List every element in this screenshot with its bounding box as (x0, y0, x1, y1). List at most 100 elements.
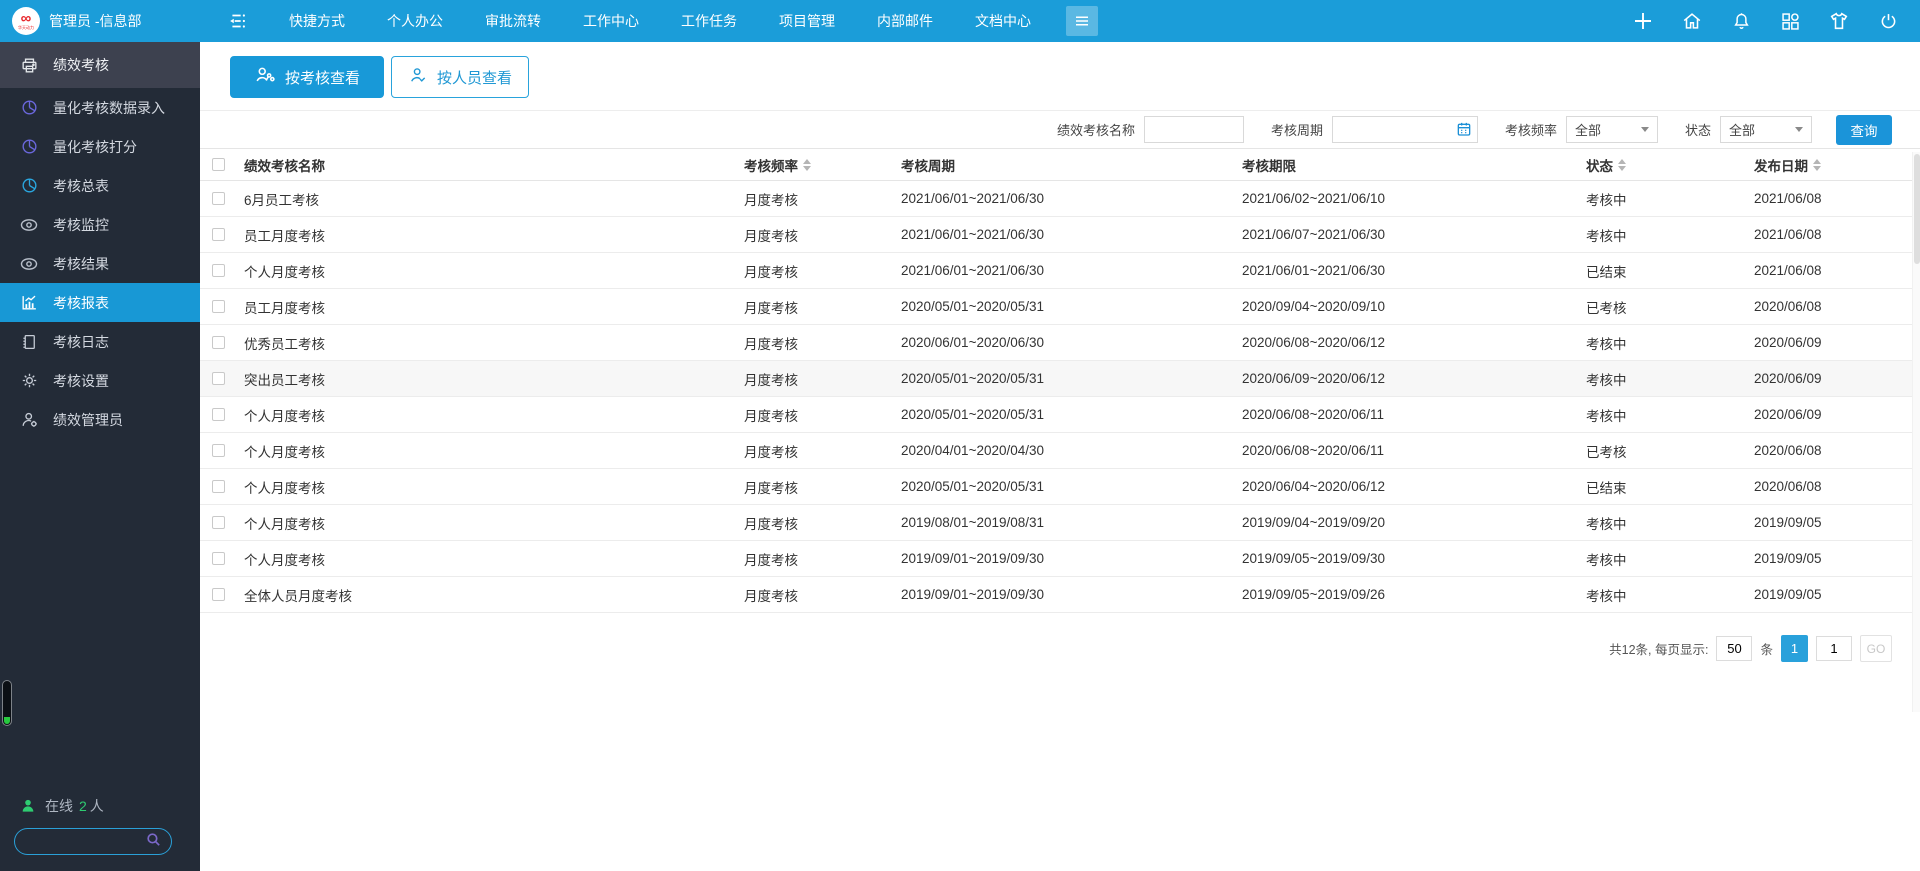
row-checkbox[interactable] (212, 588, 225, 601)
table-row[interactable]: 个人月度考核 月度考核 2020/04/01~2020/04/30 2020/0… (200, 433, 1920, 469)
main-content: 按考核查看 按人员查看 绩效考核名称 考核周期 (200, 42, 1920, 871)
cell-deadline: 2019/09/05~2019/09/26 (1242, 587, 1586, 602)
sidebar-item[interactable]: 考核结果 (0, 244, 200, 283)
row-checkbox[interactable] (212, 336, 225, 349)
topnav-item[interactable]: 项目管理 (758, 0, 856, 42)
plus-icon[interactable] (1631, 9, 1655, 33)
row-checkbox[interactable] (212, 516, 225, 529)
apps-icon[interactable] (1778, 9, 1802, 33)
more-menu-button[interactable] (1066, 6, 1098, 36)
home-icon[interactable] (1680, 9, 1704, 33)
table-row[interactable]: 突出员工考核 月度考核 2020/05/01~2020/05/31 2020/0… (200, 361, 1920, 397)
cell-status: 已考核 (1586, 441, 1754, 461)
table-row[interactable]: 个人月度考核 月度考核 2019/08/01~2019/08/31 2019/0… (200, 505, 1920, 541)
sidebar-item[interactable]: 量化考核打分 (0, 127, 200, 166)
row-checkbox[interactable] (212, 300, 225, 313)
topnav-item[interactable]: 工作任务 (660, 0, 758, 42)
vertical-scrollbar[interactable] (1912, 152, 1920, 712)
sidebar-item[interactable]: 考核设置 (0, 361, 200, 400)
cell-period: 2020/06/01~2020/06/30 (901, 335, 1242, 350)
collapse-menu-icon[interactable] (222, 6, 252, 36)
brand-logo[interactable]: ∞ 华天动力 (12, 7, 40, 35)
scrollbar-thumb[interactable] (1914, 154, 1920, 264)
column-header-status[interactable]: 状态 (1586, 155, 1754, 175)
cell-status: 考核中 (1586, 513, 1754, 533)
status-pill-widget[interactable] (2, 680, 12, 726)
row-checkbox[interactable] (212, 480, 225, 493)
topnav-item[interactable]: 个人办公 (366, 0, 464, 42)
sidebar-item[interactable]: 量化考核数据录入 (0, 88, 200, 127)
table-row[interactable]: 个人月度考核 月度考核 2019/09/01~2019/09/30 2019/0… (200, 541, 1920, 577)
table-row[interactable]: 6月员工考核 月度考核 2021/06/01~2021/06/30 2021/0… (200, 181, 1920, 217)
column-header-publish_date[interactable]: 发布日期 (1754, 155, 1920, 175)
table-row[interactable]: 个人月度考核 月度考核 2021/06/01~2021/06/30 2021/0… (200, 253, 1920, 289)
cell-name: 员工月度考核 (244, 225, 744, 245)
column-header-period: 考核周期 (901, 155, 1242, 175)
sidebar: 绩效考核 量化考核数据录入 量化考核打分 考核总表 考核监控 考核结果 考核报表… (0, 42, 200, 871)
row-checkbox[interactable] (212, 444, 225, 457)
table-row[interactable]: 优秀员工考核 月度考核 2020/06/01~2020/06/30 2020/0… (200, 325, 1920, 361)
sidebar-item[interactable]: 绩效管理员 (0, 400, 200, 439)
goto-page-input[interactable] (1816, 636, 1852, 661)
pagination-total-text: 共12条, 每页显示: (1609, 639, 1708, 658)
sidebar-item[interactable]: 考核监控 (0, 205, 200, 244)
page-size-input[interactable] (1716, 636, 1752, 661)
sidebar-item[interactable]: 考核总表 (0, 166, 200, 205)
sidebar-menu: 绩效考核 量化考核数据录入 量化考核打分 考核总表 考核监控 考核结果 考核报表… (0, 42, 200, 439)
row-checkbox[interactable] (212, 372, 225, 385)
table-row[interactable]: 全体人员月度考核 月度考核 2019/09/01~2019/09/30 2019… (200, 577, 1920, 613)
row-checkbox[interactable] (212, 192, 225, 205)
status-select-value: 全部 (1729, 120, 1755, 139)
row-checkbox[interactable] (212, 408, 225, 421)
column-header-label: 考核频率 (744, 155, 798, 175)
search-icon[interactable] (145, 831, 162, 853)
assessment-name-input[interactable] (1144, 116, 1244, 143)
sidebar-search-input[interactable] (27, 834, 145, 849)
sort-arrows-icon[interactable] (1813, 159, 1821, 171)
table-row[interactable]: 个人月度考核 月度考核 2020/05/01~2020/05/31 2020/0… (200, 469, 1920, 505)
cell-publish-date: 2020/06/08 (1754, 479, 1920, 494)
topnav-item[interactable]: 工作中心 (562, 0, 660, 42)
sidebar-item-label: 绩效考核 (53, 55, 109, 75)
column-header-frequency[interactable]: 考核频率 (744, 155, 901, 175)
column-header-name: 绩效考核名称 (244, 155, 744, 175)
cell-status: 考核中 (1586, 189, 1754, 209)
sort-arrows-icon[interactable] (803, 159, 811, 171)
select-all-checkbox[interactable] (212, 158, 225, 171)
table-row[interactable]: 个人月度考核 月度考核 2020/05/01~2020/05/31 2020/0… (200, 397, 1920, 433)
topnav-item[interactable]: 文档中心 (954, 0, 1052, 42)
theme-shirt-icon[interactable] (1827, 9, 1851, 33)
row-checkbox[interactable] (212, 552, 225, 565)
cell-status: 考核中 (1586, 369, 1754, 389)
frequency-select[interactable]: 全部 (1566, 116, 1658, 143)
view-by-person-button[interactable]: 按人员查看 (391, 56, 529, 98)
topnav-item[interactable]: 内部邮件 (856, 0, 954, 42)
calendar-icon[interactable] (1456, 121, 1472, 137)
eye-icon (19, 215, 39, 235)
view-by-assessment-button[interactable]: 按考核查看 (230, 56, 384, 98)
bell-icon[interactable] (1729, 9, 1753, 33)
cell-frequency: 月度考核 (744, 477, 901, 497)
table-row[interactable]: 员工月度考核 月度考核 2021/06/01~2021/06/30 2021/0… (200, 217, 1920, 253)
cell-deadline: 2020/06/08~2020/06/11 (1242, 443, 1586, 458)
cell-name: 优秀员工考核 (244, 333, 744, 353)
cell-period: 2019/08/01~2019/08/31 (901, 515, 1242, 530)
topbar-actions (1631, 9, 1920, 33)
topnav-item[interactable]: 审批流转 (464, 0, 562, 42)
search-button[interactable]: 查询 (1836, 115, 1892, 145)
topnav-item[interactable]: 快捷方式 (268, 0, 366, 42)
sort-arrows-icon[interactable] (1618, 159, 1626, 171)
sidebar-item[interactable]: 考核报表 (0, 283, 200, 322)
go-button[interactable]: GO (1860, 635, 1892, 662)
cell-deadline: 2020/06/08~2020/06/11 (1242, 407, 1586, 422)
power-icon[interactable] (1876, 9, 1900, 33)
status-select[interactable]: 全部 (1720, 116, 1812, 143)
row-checkbox[interactable] (212, 264, 225, 277)
pagination: 共12条, 每页显示: 条 1 GO (200, 613, 1920, 662)
sidebar-item[interactable]: 绩效考核 (0, 42, 200, 88)
row-checkbox[interactable] (212, 228, 225, 241)
table-row[interactable]: 员工月度考核 月度考核 2020/05/01~2020/05/31 2020/0… (200, 289, 1920, 325)
page-1-button[interactable]: 1 (1781, 635, 1808, 662)
sidebar-item[interactable]: 考核日志 (0, 322, 200, 361)
notebook-icon (19, 332, 39, 352)
